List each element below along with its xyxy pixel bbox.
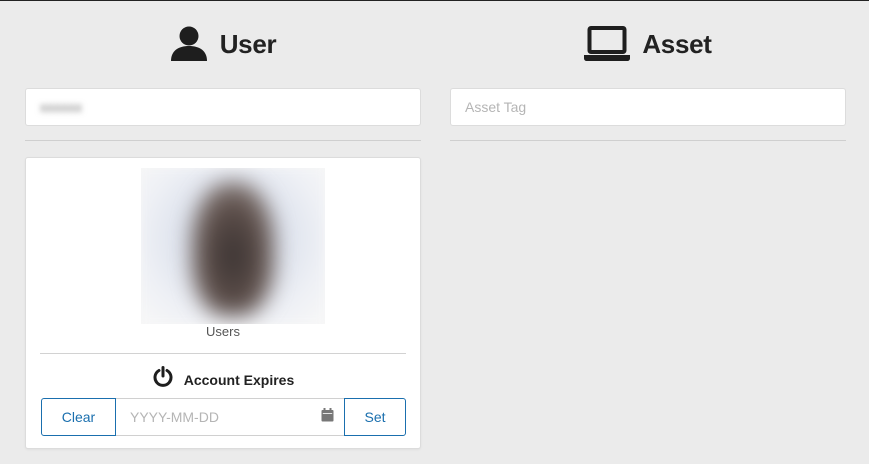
laptop-icon: [584, 26, 631, 62]
asset-header: Asset: [450, 0, 846, 88]
user-divider: [25, 140, 421, 141]
account-expires-label: Account Expires: [183, 371, 295, 388]
user-card: Users Account Expires Clear YYYY-MM-DD S…: [25, 157, 421, 449]
asset-title: Asset: [642, 28, 712, 59]
account-expires-row: Account Expires: [26, 366, 420, 393]
user-title: User: [219, 28, 277, 59]
asset-panel: Asset: [450, 0, 846, 141]
expiry-date-input[interactable]: [130, 409, 321, 425]
card-divider: [40, 353, 406, 354]
calendar-icon[interactable]: [321, 407, 334, 427]
clear-button[interactable]: Clear: [41, 398, 116, 436]
user-icon: [170, 26, 208, 62]
asset-divider: [450, 140, 846, 141]
set-button[interactable]: Set: [344, 398, 406, 436]
expiry-date-field[interactable]: [116, 398, 344, 436]
user-search-value[interactable]: xxxxxx: [40, 99, 82, 115]
user-panel: User xxxxxx Users Account Expires Clear: [25, 0, 421, 449]
asset-tag-input[interactable]: [465, 89, 831, 125]
user-photo: [141, 168, 325, 324]
asset-tag-field[interactable]: [450, 88, 846, 126]
user-header: User: [25, 0, 421, 88]
user-search-field[interactable]: xxxxxx: [25, 88, 421, 126]
power-icon: [152, 366, 174, 393]
expiry-date-controls: Clear Set: [41, 398, 406, 436]
photo-caption: Users: [206, 324, 240, 339]
